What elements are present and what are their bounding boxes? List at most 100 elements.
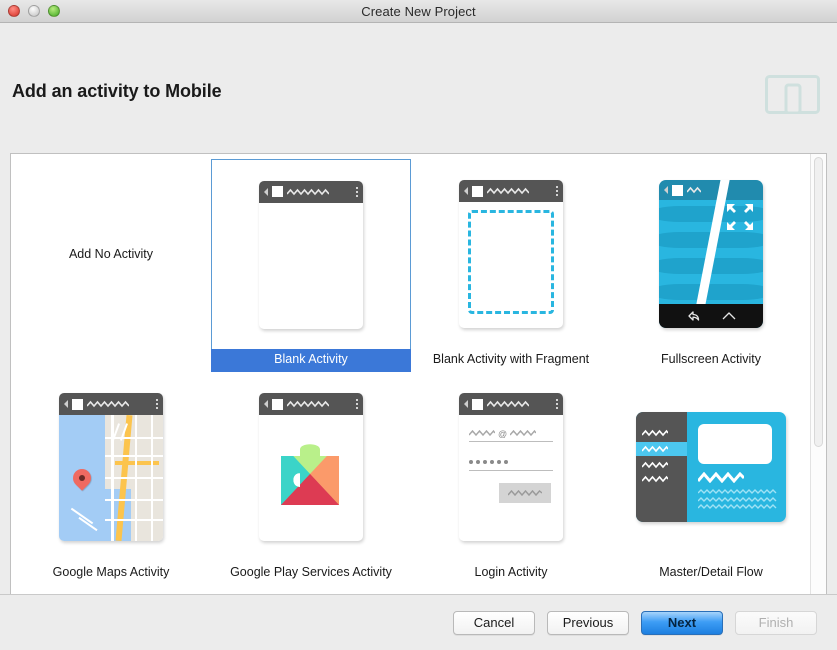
template-card-google-play-services-activity[interactable]: Google Play Services Activity	[211, 372, 411, 584]
template-card-blank-activity-with-fragment[interactable]: Blank Activity with Fragment	[411, 159, 611, 372]
expand-fullscreen-icon	[727, 204, 753, 230]
template-card-add-no-activity[interactable]: Add No Activity	[11, 159, 211, 372]
template-label: Google Maps Activity	[52, 565, 170, 579]
back-icon	[687, 310, 699, 321]
template-label: Master/Detail Flow	[659, 565, 763, 579]
window-controls	[8, 0, 60, 22]
zigzag-text-icon	[642, 475, 668, 483]
previous-button[interactable]: Previous	[547, 610, 629, 635]
activity-template-list[interactable]: Add No Activity Blank Activity Blank Act…	[10, 153, 827, 594]
phone-frame	[259, 180, 363, 329]
template-label: Login Activity	[474, 565, 548, 579]
close-button[interactable]	[8, 5, 20, 17]
scrollbar-thumb[interactable]	[814, 157, 823, 447]
zigzag-text-icon	[469, 429, 495, 437]
app-bar	[459, 180, 563, 202]
phone-frame	[659, 180, 763, 328]
zigzag-text-icon	[508, 489, 542, 497]
overflow-menu-icon	[156, 399, 158, 409]
list-item-selected	[636, 442, 687, 456]
window-titlebar: Create New Project	[0, 0, 837, 23]
tablet-phone-outline-icon	[765, 75, 820, 114]
back-chevron-icon	[464, 400, 468, 408]
template-card-fullscreen-activity[interactable]: Fullscreen Activity	[611, 159, 811, 372]
overflow-menu-icon	[556, 186, 558, 196]
template-label: Google Play Services Activity	[230, 565, 392, 579]
zigzag-body-text-icon	[698, 489, 777, 509]
zigzag-text-icon	[87, 400, 129, 408]
list-item	[636, 458, 687, 472]
fragment-placeholder	[468, 210, 554, 314]
next-button[interactable]: Next	[641, 610, 723, 635]
template-thumbnail-fullscreen	[611, 159, 811, 349]
template-label: Add No Activity	[68, 247, 154, 261]
overflow-menu-icon	[356, 186, 358, 197]
back-chevron-icon	[64, 400, 68, 408]
phone-frame	[459, 180, 563, 328]
zigzag-text-icon	[687, 186, 701, 194]
template-thumbnail-maps	[11, 372, 211, 562]
zigzag-text-icon	[487, 187, 529, 195]
vertical-scrollbar[interactable]	[810, 154, 826, 594]
template-thumbnail-blank-activity	[211, 159, 411, 349]
at-symbol-icon: @	[498, 429, 507, 438]
email-field-preview: @	[469, 425, 553, 442]
password-dots-icon	[469, 460, 508, 464]
overflow-menu-icon	[556, 399, 558, 409]
navigation-bar	[659, 304, 763, 328]
app-bar	[659, 180, 763, 200]
phone-frame	[259, 393, 363, 541]
play-services-puzzle-icon	[281, 444, 339, 505]
zigzag-text-icon	[642, 445, 668, 453]
password-field-preview	[469, 454, 553, 471]
template-row: Add No Activity Blank Activity Blank Act…	[11, 159, 826, 372]
template-card-login-activity[interactable]: @ Login Activity	[411, 372, 611, 584]
app-icon	[472, 185, 483, 197]
svg-text:@: @	[498, 429, 507, 438]
template-thumbnail-play-services	[211, 372, 411, 562]
zigzag-text-icon	[487, 400, 529, 408]
app-icon	[272, 186, 283, 197]
create-new-project-dialog: Create New Project Add an activity to Mo…	[0, 0, 837, 650]
dialog-header: Add an activity to Mobile	[0, 23, 837, 153]
master-detail-preview	[636, 412, 786, 522]
zigzag-text-icon	[642, 429, 668, 437]
zoom-button[interactable]	[48, 5, 60, 17]
template-thumbnail-master-detail	[611, 372, 811, 562]
page-title: Add an activity to Mobile	[12, 81, 222, 101]
cancel-button[interactable]: Cancel	[453, 610, 535, 635]
template-card-master-detail-flow[interactable]: Master/Detail Flow	[611, 372, 811, 584]
app-icon	[272, 398, 283, 410]
template-card-blank-activity[interactable]: Blank Activity	[211, 159, 411, 372]
app-bar	[59, 393, 163, 415]
app-icon	[672, 184, 683, 196]
zigzag-text-icon	[510, 429, 536, 437]
detail-image-placeholder	[698, 424, 772, 464]
template-thumbnail-login: @	[411, 372, 611, 562]
phone-frame	[59, 393, 163, 541]
sign-in-button-preview	[499, 483, 551, 503]
overflow-menu-icon	[356, 399, 358, 409]
minimize-button[interactable]	[28, 5, 40, 17]
dialog-footer: Cancel Previous Next Finish	[0, 594, 837, 650]
phone-frame: @	[459, 393, 563, 541]
window-title: Create New Project	[361, 3, 476, 19]
app-bar	[259, 393, 363, 415]
template-label: Blank Activity with Fragment	[432, 352, 590, 366]
list-item	[636, 472, 687, 486]
home-icon	[722, 312, 735, 320]
template-label: Fullscreen Activity	[660, 352, 762, 366]
app-icon	[472, 398, 483, 410]
app-bar	[459, 393, 563, 415]
template-card-google-maps-activity[interactable]: Google Maps Activity	[11, 372, 211, 584]
zigzag-text-icon	[287, 400, 329, 408]
zigzag-text-icon	[642, 461, 668, 469]
back-chevron-icon	[264, 400, 268, 408]
back-chevron-icon	[264, 187, 268, 196]
back-chevron-icon	[664, 186, 668, 194]
map-preview	[59, 415, 163, 541]
template-row: Google Maps Activity Google Play Service…	[11, 372, 826, 584]
app-bar	[259, 180, 363, 203]
zigzag-text-icon	[287, 188, 329, 195]
template-grid: Add No Activity Blank Activity Blank Act…	[11, 154, 826, 584]
